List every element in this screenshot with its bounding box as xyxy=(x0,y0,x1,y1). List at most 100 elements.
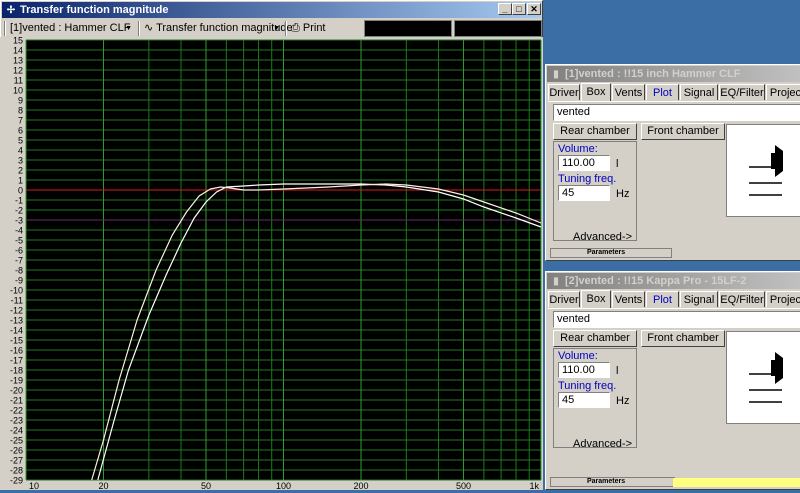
tab-eqfilter[interactable]: EQ/Filter xyxy=(719,291,765,307)
y-tick-label: 6 xyxy=(18,126,23,136)
driver-select[interactable]: [1]vented : Hammer CLF ▼ xyxy=(10,20,132,37)
tab-page: vented Rear chamber Front chamber Volume… xyxy=(548,308,800,475)
tab-page: vented Rear chamber Front chamber Volume… xyxy=(548,101,800,246)
driver-panel-2: ▮ [2]vented : !!15 Kappa Pro - 15LF-2 Dri… xyxy=(545,271,800,490)
maximize-button[interactable]: □ xyxy=(512,3,526,15)
tab-project[interactable]: Project xyxy=(766,291,800,307)
y-tick-label: -19 xyxy=(10,376,23,386)
y-tick-label: -26 xyxy=(10,446,23,456)
display-box-2 xyxy=(454,20,542,37)
front-chamber-button[interactable]: Front chamber xyxy=(641,330,725,347)
plot-select[interactable]: ∿ Transfer function magnitude ▼ xyxy=(144,20,293,37)
tuning-label: Tuning freq. xyxy=(558,380,617,392)
y-tick-label: -6 xyxy=(15,246,23,256)
panel-statusbar: Parameters xyxy=(550,477,675,487)
x-tick-label: 200 xyxy=(353,481,368,490)
rear-chamber-button[interactable]: Rear chamber xyxy=(553,123,637,140)
y-tick-label: -24 xyxy=(10,426,23,436)
tab-vents[interactable]: Vents xyxy=(612,84,645,100)
y-tick-label: -7 xyxy=(15,256,23,266)
x-tick-label: 500 xyxy=(456,481,471,490)
y-tick-label: 13 xyxy=(13,56,23,66)
x-tick-label: 50 xyxy=(201,481,211,490)
printer-icon: ⎙ xyxy=(291,22,300,34)
y-tick-label: -11 xyxy=(11,296,23,306)
volume-input[interactable]: 110.00 xyxy=(558,155,610,171)
driver-panel-1: ▮ [1]vented : !!15 inch Hammer CLF Driver… xyxy=(545,64,800,261)
tab-box[interactable]: Box xyxy=(581,83,611,101)
panel-titlebar[interactable]: ▮ [1]vented : !!15 inch Hammer CLF xyxy=(547,66,800,82)
panel-tabs: DriverBoxVentsPlotSignalEQ/FilterProject xyxy=(546,290,800,308)
volume-label: Volume: xyxy=(558,143,598,155)
speaker-icon: ▮ xyxy=(553,69,559,80)
tab-eqfilter[interactable]: EQ/Filter xyxy=(719,84,765,100)
box-type-select[interactable]: vented xyxy=(553,311,800,328)
waveform-icon: ∿ xyxy=(144,22,154,34)
y-tick-label: -15 xyxy=(10,336,23,346)
y-tick-label: 7 xyxy=(18,116,23,126)
window-titlebar[interactable]: ✢ Transfer function magnitude xyxy=(2,2,541,18)
x-tick-label: 100 xyxy=(276,481,291,490)
toolbar-separator xyxy=(285,21,287,36)
tab-driver[interactable]: Driver xyxy=(548,291,580,307)
y-tick-label: 8 xyxy=(18,106,23,116)
volume-label: Volume: xyxy=(558,350,598,362)
window-title: Transfer function magnitude xyxy=(20,4,169,16)
box-diagram xyxy=(726,124,800,217)
advanced-button[interactable]: Advanced-> xyxy=(573,438,632,450)
print-button[interactable]: ⎙ Print xyxy=(291,20,351,37)
tab-signal[interactable]: Signal xyxy=(680,291,718,307)
tuning-input[interactable]: 45 xyxy=(558,185,610,201)
tab-plot[interactable]: Plot xyxy=(646,291,679,307)
speaker-box-icon xyxy=(749,145,783,196)
tuning-input[interactable]: 45 xyxy=(558,392,610,408)
display-box-1 xyxy=(364,20,452,37)
toolbar: [1]vented : Hammer CLF ▼ ∿ Transfer func… xyxy=(2,19,542,39)
x-tick-label: 20 xyxy=(99,481,109,490)
volume-input[interactable]: 110.00 xyxy=(558,362,610,378)
tab-project[interactable]: Project xyxy=(766,84,800,100)
rear-chamber-button[interactable]: Rear chamber xyxy=(553,330,637,347)
x-tick-label: 10 xyxy=(29,481,39,490)
y-tick-label: -28 xyxy=(10,466,23,476)
y-tick-label: -22 xyxy=(10,406,23,416)
y-tick-label: 2 xyxy=(18,166,23,176)
y-tick-label: 9 xyxy=(18,96,23,106)
tab-plot[interactable]: Plot xyxy=(646,84,679,100)
tuning-label: Tuning freq. xyxy=(558,173,617,185)
panel-titlebar[interactable]: ▮ [2]vented : !!15 Kappa Pro - 15LF-2 xyxy=(547,273,800,289)
status-text: Parameters xyxy=(587,478,626,485)
tab-driver[interactable]: Driver xyxy=(548,84,580,100)
toolbar-separator xyxy=(138,21,140,36)
y-tick-label: -10 xyxy=(10,286,23,296)
y-tick-label: -1 xyxy=(15,196,23,206)
close-button[interactable]: ✕ xyxy=(527,3,541,15)
y-tick-label: -23 xyxy=(10,416,23,426)
y-tick-label: -21 xyxy=(10,396,23,406)
panel-statusbar: Parameters xyxy=(550,248,672,258)
panel-tabs: DriverBoxVentsPlotSignalEQ/FilterProject xyxy=(546,83,800,101)
y-tick-label: 15 xyxy=(13,37,23,46)
tab-vents[interactable]: Vents xyxy=(612,291,645,307)
panel-title: [2]vented : !!15 Kappa Pro - 15LF-2 xyxy=(565,275,747,287)
y-tick-label: -12 xyxy=(10,306,23,316)
y-tick-label: -27 xyxy=(10,456,23,466)
volume-unit: l xyxy=(616,365,619,377)
y-tick-label: -14 xyxy=(10,326,23,336)
advanced-button[interactable]: Advanced-> xyxy=(573,231,632,243)
front-chamber-button[interactable]: Front chamber xyxy=(641,123,725,140)
tab-signal[interactable]: Signal xyxy=(680,84,718,100)
box-type-select[interactable]: vented xyxy=(553,104,800,121)
y-tick-label: 4 xyxy=(18,146,23,156)
status-text: Parameters xyxy=(587,249,626,256)
transfer-function-chart[interactable]: 1514131211109876543210-1-2-3-4-5-6-7-8-9… xyxy=(0,36,543,491)
chevron-down-icon: ▼ xyxy=(273,25,280,32)
toolbar-grip xyxy=(4,21,6,36)
y-tick-label: -17 xyxy=(10,356,23,366)
tab-box[interactable]: Box xyxy=(581,290,611,308)
tuning-unit: Hz xyxy=(616,188,630,200)
minimize-button[interactable]: _ xyxy=(498,3,512,15)
chart-area[interactable]: 15 14 13 12 11 10 9 8 7 6 5 4 3 2 1 0 -1 -2 -3 -4 -5 -6 -7 -8 -9… xyxy=(0,36,543,491)
speaker-icon: ▮ xyxy=(553,276,559,287)
y-tick-label: -4 xyxy=(15,226,23,236)
